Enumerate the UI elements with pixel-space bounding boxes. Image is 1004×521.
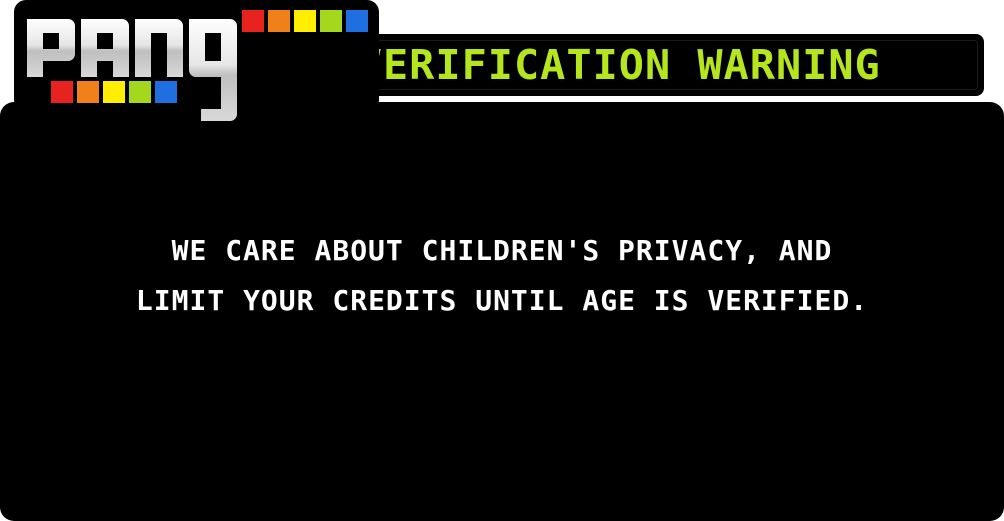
square-orange: [77, 81, 99, 103]
message-line-2: LIMIT YOUR CREDITS UNTIL AGE IS VERIFIED…: [135, 284, 869, 317]
square-green: [320, 10, 342, 32]
warning-message: WE CARE ABOUT CHILDREN'S PRIVACY, AND LI…: [40, 226, 964, 326]
age-verification-screen: AGE VERIFICATION WARNING WE CARE ABOUT C…: [0, 0, 1004, 521]
logo: [22, 6, 244, 130]
square-red: [51, 81, 73, 103]
color-squares-bottom: [51, 81, 177, 103]
pang-logo-icon: [25, 17, 239, 123]
color-squares-top: [242, 10, 368, 32]
square-red: [242, 10, 264, 32]
square-blue: [346, 10, 368, 32]
square-blue: [155, 81, 177, 103]
square-green: [129, 81, 151, 103]
square-orange: [268, 10, 290, 32]
square-yellow: [294, 10, 316, 32]
message-line-1: WE CARE ABOUT CHILDREN'S PRIVACY, AND: [171, 234, 833, 267]
square-yellow: [103, 81, 125, 103]
